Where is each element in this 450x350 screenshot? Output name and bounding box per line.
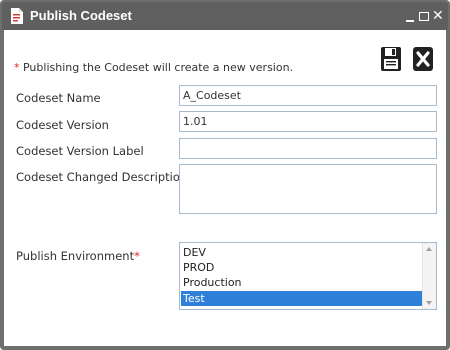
publish-codeset-dialog: Publish Codeset ✕ * Publishing the Codes… [0, 0, 450, 350]
codeset-name-label: Codeset Name [16, 91, 101, 105]
publish-environment-label: Publish Environment* [16, 249, 140, 263]
codeset-name-input[interactable] [179, 85, 437, 106]
publish-note: * Publishing the Codeset will create a n… [14, 61, 293, 74]
close-x-icon[interactable] [412, 46, 434, 72]
environment-option-dev[interactable]: DEV [181, 245, 422, 260]
publish-environment-listbox[interactable]: DEV PROD Production Test [179, 242, 437, 310]
dialog-body: * Publishing the Codeset will create a n… [4, 30, 446, 346]
codeset-document-icon [11, 8, 23, 24]
codeset-changed-description-textarea[interactable] [179, 164, 437, 214]
maximize-icon[interactable] [418, 9, 430, 23]
required-asterisk: * [134, 249, 140, 263]
publish-note-text: Publishing the Codeset will create a new… [19, 61, 294, 74]
changed-description-label-text: Codeset Changed Description [16, 170, 188, 184]
publish-environment-label-text: Publish Environment [16, 249, 135, 263]
environment-option-test[interactable]: Test [181, 291, 422, 306]
codeset-version-label-input[interactable] [179, 138, 437, 159]
floppy-disk-icon[interactable] [380, 46, 402, 72]
minimize-icon[interactable] [404, 9, 416, 23]
codeset-version-label-label: Codeset Version Label [16, 144, 144, 158]
title-bar[interactable]: Publish Codeset ✕ [2, 2, 448, 30]
scroll-down-arrow-icon[interactable] [426, 301, 432, 305]
scroll-up-arrow-icon[interactable] [426, 247, 432, 251]
listbox-scrollbar[interactable] [422, 243, 436, 309]
codeset-version-input[interactable] [179, 111, 437, 132]
environment-option-prod[interactable]: PROD [181, 260, 422, 275]
environment-option-production[interactable]: Production [181, 275, 422, 290]
codeset-changed-description-label: Codeset Changed Description* [16, 170, 193, 184]
close-window-button[interactable]: ✕ [432, 9, 444, 23]
codeset-version-label: Codeset Version [16, 118, 109, 132]
dialog-title: Publish Codeset [30, 8, 132, 23]
